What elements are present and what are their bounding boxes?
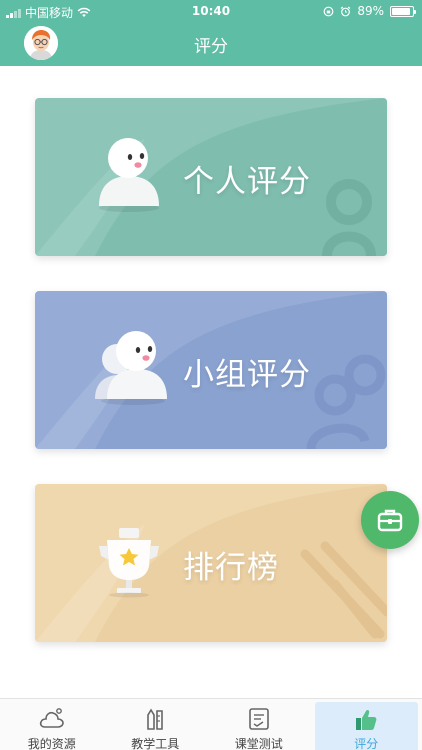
orientation-lock-icon (323, 6, 334, 16)
trophy-icon (99, 528, 159, 598)
tab-label: 评分 (354, 737, 379, 750)
single-person-mascot-icon (99, 138, 159, 212)
tab-teaching-tools[interactable]: 教学工具 (104, 699, 208, 750)
battery-percent: 89% (357, 4, 384, 18)
thumbs-up-icon (356, 709, 377, 730)
tab-my-resources[interactable]: 我的资源 (0, 699, 104, 750)
bottom-tab-bar: 我的资源 教学工具 课堂测试 评分 (0, 698, 422, 750)
alarm-icon (340, 6, 351, 16)
toolbox-floating-button[interactable] (361, 491, 419, 549)
group-score-label: 小组评分 (183, 357, 311, 393)
tab-label: 教学工具 (131, 737, 180, 750)
tab-score[interactable]: 评分 (314, 702, 418, 750)
status-bar: 中国移动 10:40 89% (0, 0, 422, 22)
tab-label: 我的资源 (27, 737, 76, 750)
toolbox-icon (377, 509, 403, 532)
personal-score-label: 个人评分 (183, 164, 311, 200)
tab-label: 课堂测试 (234, 737, 283, 750)
page-title: 评分 (194, 37, 228, 57)
tools-icon (147, 708, 164, 730)
group-score-card[interactable]: 小组评分 (35, 291, 387, 449)
cloud-icon (39, 708, 64, 728)
battery-icon (390, 5, 416, 17)
personal-score-card[interactable]: 个人评分 (35, 98, 387, 256)
battery-fill (392, 7, 410, 15)
leaderboard-card[interactable]: 排行榜 (35, 484, 387, 642)
leaderboard-label: 排行榜 (183, 550, 279, 586)
status-right: 89% (323, 4, 416, 18)
nav-bar: 评分 (0, 22, 422, 66)
tab-class-test[interactable]: 课堂测试 (207, 699, 311, 750)
group-mascot-icon (95, 331, 167, 405)
test-paper-icon (248, 708, 269, 730)
